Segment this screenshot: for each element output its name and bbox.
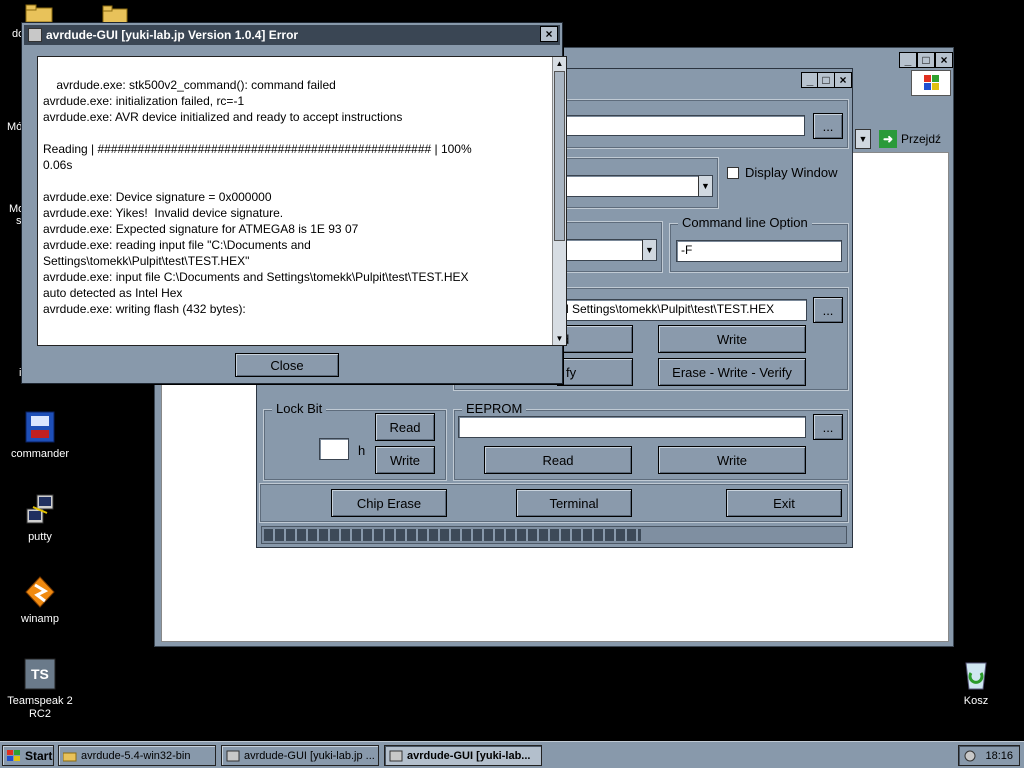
eeprom-path-field[interactable] bbox=[458, 416, 806, 438]
error-dialog[interactable]: avrdude-GUI [yuki-lab.jp Version 1.0.4] … bbox=[21, 22, 567, 384]
device-select[interactable]: ▼ bbox=[557, 175, 713, 197]
taskbar: Start avrdude-5.4-win32-bin avrdude-GUI … bbox=[0, 741, 1024, 768]
teamspeak-icon: TS bbox=[23, 657, 57, 691]
flash-read-button[interactable]: d bbox=[557, 325, 633, 353]
desktop-icon-commander[interactable]: commander bbox=[0, 410, 80, 461]
lock-bit-write-button[interactable]: Write bbox=[375, 446, 435, 474]
scroll-thumb[interactable] bbox=[554, 71, 565, 241]
terminal-button[interactable]: Terminal bbox=[516, 489, 632, 517]
exit-button[interactable]: Exit bbox=[726, 489, 842, 517]
chip-erase-button[interactable]: Chip Erase bbox=[331, 489, 447, 517]
app-icon bbox=[28, 28, 42, 42]
task-button-avrdude-main[interactable]: avrdude-GUI [yuki-lab.jp ... bbox=[221, 745, 379, 766]
chevron-down-icon: ▼ bbox=[698, 176, 712, 196]
putty-icon bbox=[23, 493, 57, 527]
windows-flag-icon bbox=[7, 749, 21, 762]
go-arrow-icon: ➜ bbox=[879, 130, 897, 148]
dialog-close-button[interactable]: × bbox=[540, 26, 558, 42]
port-select[interactable]: ▼ bbox=[557, 239, 657, 261]
flash-verify-button[interactable]: fy bbox=[557, 358, 633, 386]
desktop-icon-winamp[interactable]: winamp bbox=[0, 575, 80, 626]
close-button[interactable]: × bbox=[834, 72, 852, 88]
lock-bit-input[interactable] bbox=[319, 438, 349, 460]
clock[interactable]: 18:16 bbox=[985, 750, 1013, 762]
programmer-path-field[interactable] bbox=[557, 115, 805, 136]
minimize-button[interactable]: _ bbox=[899, 52, 917, 68]
desktop-icon-putty[interactable]: putty bbox=[0, 493, 80, 544]
dialog-close-btn[interactable]: Close bbox=[235, 353, 339, 377]
folder-icon bbox=[102, 4, 128, 24]
progress-fill bbox=[264, 529, 641, 541]
progress-bar bbox=[261, 526, 847, 544]
desktop-icon-teamspeak[interactable]: TS Teamspeak 2 RC2 bbox=[0, 657, 80, 721]
chevron-down-icon: ▼ bbox=[642, 240, 656, 260]
eeprom-browse-button[interactable]: ... bbox=[813, 414, 843, 440]
task-button-avrdude-error[interactable]: avrdude-GUI [yuki-lab... bbox=[384, 745, 542, 766]
flash-write-button[interactable]: Write bbox=[658, 325, 806, 353]
scroll-down-arrow[interactable]: ▼ bbox=[553, 332, 566, 345]
programmer-browse-button[interactable]: ... bbox=[813, 113, 843, 139]
maximize-button[interactable]: □ bbox=[817, 72, 835, 88]
lock-bit-read-button[interactable]: Read bbox=[375, 413, 435, 441]
folder-icon bbox=[25, 2, 55, 24]
checkbox-box[interactable] bbox=[727, 166, 739, 179]
go-button[interactable]: ➜ Przejdź bbox=[879, 128, 949, 150]
eeprom-write-button[interactable]: Write bbox=[658, 446, 806, 474]
flash-path-field[interactable]: d Settings\tomekk\Pulpit\test\TEST.HEX bbox=[557, 299, 807, 321]
commander-icon bbox=[23, 410, 57, 444]
display-window-checkbox[interactable]: Display Window bbox=[727, 165, 837, 180]
maximize-button[interactable]: □ bbox=[917, 52, 935, 68]
start-button[interactable]: Start bbox=[2, 745, 54, 766]
windows-logo-icon bbox=[911, 70, 951, 96]
folder-icon bbox=[62, 750, 77, 762]
desktop-icon-recycle-bin[interactable]: Kosz bbox=[936, 657, 1016, 708]
error-log-text: avrdude.exe: stk500v2_command(): command… bbox=[43, 78, 472, 316]
close-button[interactable]: × bbox=[935, 52, 953, 68]
winamp-icon bbox=[23, 575, 57, 609]
eeprom-read-button[interactable]: Read bbox=[484, 446, 632, 474]
flash-browse-button[interactable]: ... bbox=[813, 297, 843, 323]
scroll-up-arrow[interactable]: ▲ bbox=[553, 57, 566, 70]
log-scrollbar[interactable]: ▲ ▼ bbox=[552, 57, 566, 345]
dialog-title-bar[interactable]: avrdude-GUI [yuki-lab.jp Version 1.0.4] … bbox=[24, 25, 560, 45]
lock-bit-hex-suffix: h bbox=[358, 443, 366, 458]
cmd-option-input[interactable]: -F bbox=[676, 240, 842, 262]
recycle-bin-icon bbox=[959, 657, 993, 691]
flash-erase-write-verify-button[interactable]: Erase - Write - Verify bbox=[658, 358, 806, 386]
app-icon bbox=[389, 750, 403, 762]
task-button-folder[interactable]: avrdude-5.4-win32-bin bbox=[58, 745, 216, 766]
error-log-textbox[interactable]: avrdude.exe: stk500v2_command(): command… bbox=[37, 56, 567, 346]
svg-text:TS: TS bbox=[31, 666, 49, 682]
clock-tray-icon[interactable] bbox=[963, 750, 977, 762]
desktop-partial-label: Mó bbox=[7, 121, 23, 133]
system-tray: 18:16 bbox=[958, 745, 1020, 766]
address-dropdown-arrow[interactable]: ▼ bbox=[855, 129, 871, 149]
app-icon bbox=[226, 750, 240, 762]
